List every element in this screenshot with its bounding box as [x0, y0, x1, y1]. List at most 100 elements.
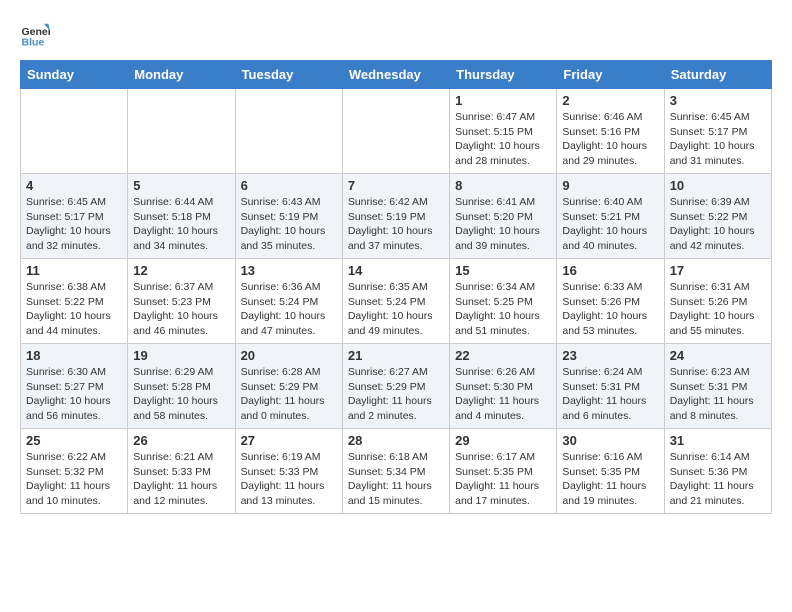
day-cell: [235, 89, 342, 174]
day-info: Sunrise: 6:45 AM Sunset: 5:17 PM Dayligh…: [670, 110, 766, 169]
day-cell: 28 Sunrise: 6:18 AM Sunset: 5:34 PM Dayli…: [342, 429, 449, 514]
day-number: 4: [26, 178, 122, 193]
day-cell: 25 Sunrise: 6:22 AM Sunset: 5:32 PM Dayli…: [21, 429, 128, 514]
day-cell: 14 Sunrise: 6:35 AM Sunset: 5:24 PM Dayli…: [342, 259, 449, 344]
day-cell: 11 Sunrise: 6:38 AM Sunset: 5:22 PM Dayli…: [21, 259, 128, 344]
day-cell: 6 Sunrise: 6:43 AM Sunset: 5:19 PM Daylig…: [235, 174, 342, 259]
day-cell: [128, 89, 235, 174]
day-cell: 27 Sunrise: 6:19 AM Sunset: 5:33 PM Dayli…: [235, 429, 342, 514]
day-number: 29: [455, 433, 551, 448]
day-info: Sunrise: 6:33 AM Sunset: 5:26 PM Dayligh…: [562, 280, 658, 339]
day-cell: [342, 89, 449, 174]
day-info: Sunrise: 6:40 AM Sunset: 5:21 PM Dayligh…: [562, 195, 658, 254]
day-info: Sunrise: 6:17 AM Sunset: 5:35 PM Dayligh…: [455, 450, 551, 509]
day-number: 13: [241, 263, 337, 278]
day-cell: 20 Sunrise: 6:28 AM Sunset: 5:29 PM Dayli…: [235, 344, 342, 429]
day-number: 17: [670, 263, 766, 278]
week-row-4: 18 Sunrise: 6:30 AM Sunset: 5:27 PM Dayli…: [21, 344, 772, 429]
day-number: 9: [562, 178, 658, 193]
day-info: Sunrise: 6:36 AM Sunset: 5:24 PM Dayligh…: [241, 280, 337, 339]
day-info: Sunrise: 6:19 AM Sunset: 5:33 PM Dayligh…: [241, 450, 337, 509]
day-number: 10: [670, 178, 766, 193]
day-info: Sunrise: 6:45 AM Sunset: 5:17 PM Dayligh…: [26, 195, 122, 254]
day-number: 26: [133, 433, 229, 448]
day-number: 27: [241, 433, 337, 448]
header-saturday: Saturday: [664, 61, 771, 89]
day-cell: 21 Sunrise: 6:27 AM Sunset: 5:29 PM Dayli…: [342, 344, 449, 429]
header-thursday: Thursday: [450, 61, 557, 89]
day-cell: 16 Sunrise: 6:33 AM Sunset: 5:26 PM Dayli…: [557, 259, 664, 344]
day-info: Sunrise: 6:38 AM Sunset: 5:22 PM Dayligh…: [26, 280, 122, 339]
day-cell: 24 Sunrise: 6:23 AM Sunset: 5:31 PM Dayli…: [664, 344, 771, 429]
day-cell: 9 Sunrise: 6:40 AM Sunset: 5:21 PM Daylig…: [557, 174, 664, 259]
day-info: Sunrise: 6:22 AM Sunset: 5:32 PM Dayligh…: [26, 450, 122, 509]
logo-icon: General Blue: [20, 20, 50, 50]
svg-text:Blue: Blue: [22, 37, 45, 49]
day-info: Sunrise: 6:44 AM Sunset: 5:18 PM Dayligh…: [133, 195, 229, 254]
day-info: Sunrise: 6:46 AM Sunset: 5:16 PM Dayligh…: [562, 110, 658, 169]
day-info: Sunrise: 6:21 AM Sunset: 5:33 PM Dayligh…: [133, 450, 229, 509]
day-cell: 19Sunrise: 6:29 AM Sunset: 5:28 PM Dayli…: [128, 344, 235, 429]
day-info: Sunrise: 6:23 AM Sunset: 5:31 PM Dayligh…: [670, 365, 766, 424]
day-number: 21: [348, 348, 444, 363]
day-number: 3: [670, 93, 766, 108]
day-number: 14: [348, 263, 444, 278]
day-number: 18: [26, 348, 122, 363]
day-cell: 29 Sunrise: 6:17 AM Sunset: 5:35 PM Dayli…: [450, 429, 557, 514]
day-info: Sunrise: 6:27 AM Sunset: 5:29 PM Dayligh…: [348, 365, 444, 424]
day-cell: [21, 89, 128, 174]
day-cell: 15 Sunrise: 6:34 AM Sunset: 5:25 PM Dayli…: [450, 259, 557, 344]
day-cell: 31 Sunrise: 6:14 AM Sunset: 5:36 PM Dayli…: [664, 429, 771, 514]
logo: General Blue: [20, 20, 54, 50]
day-info: Sunrise: 6:28 AM Sunset: 5:29 PM Dayligh…: [241, 365, 337, 424]
day-info: Sunrise: 6:30 AM Sunset: 5:27 PM Dayligh…: [26, 365, 122, 424]
day-info: Sunrise: 6:35 AM Sunset: 5:24 PM Dayligh…: [348, 280, 444, 339]
day-cell: 23 Sunrise: 6:24 AM Sunset: 5:31 PM Dayli…: [557, 344, 664, 429]
header-sunday: Sunday: [21, 61, 128, 89]
day-info: Sunrise: 6:47 AM Sunset: 5:15 PM Dayligh…: [455, 110, 551, 169]
day-cell: 7 Sunrise: 6:42 AM Sunset: 5:19 PM Daylig…: [342, 174, 449, 259]
day-number: 7: [348, 178, 444, 193]
header-wednesday: Wednesday: [342, 61, 449, 89]
day-info: Sunrise: 6:26 AM Sunset: 5:30 PM Dayligh…: [455, 365, 551, 424]
day-number: 28: [348, 433, 444, 448]
day-info: Sunrise: 6:18 AM Sunset: 5:34 PM Dayligh…: [348, 450, 444, 509]
day-cell: 8 Sunrise: 6:41 AM Sunset: 5:20 PM Daylig…: [450, 174, 557, 259]
day-number: 20: [241, 348, 337, 363]
day-cell: 2 Sunrise: 6:46 AM Sunset: 5:16 PM Daylig…: [557, 89, 664, 174]
header-monday: Monday: [128, 61, 235, 89]
day-number: 24: [670, 348, 766, 363]
page-header: General Blue: [20, 20, 772, 50]
day-info: Sunrise: 6:14 AM Sunset: 5:36 PM Dayligh…: [670, 450, 766, 509]
day-info: Sunrise: 6:43 AM Sunset: 5:19 PM Dayligh…: [241, 195, 337, 254]
day-number: 31: [670, 433, 766, 448]
day-info: Sunrise: 6:34 AM Sunset: 5:25 PM Dayligh…: [455, 280, 551, 339]
day-cell: 10Sunrise: 6:39 AM Sunset: 5:22 PM Dayli…: [664, 174, 771, 259]
day-number: 2: [562, 93, 658, 108]
day-cell: 3 Sunrise: 6:45 AM Sunset: 5:17 PM Daylig…: [664, 89, 771, 174]
day-number: 6: [241, 178, 337, 193]
day-number: 5: [133, 178, 229, 193]
day-number: 11: [26, 263, 122, 278]
day-number: 22: [455, 348, 551, 363]
header-row: SundayMondayTuesdayWednesdayThursdayFrid…: [21, 61, 772, 89]
day-number: 30: [562, 433, 658, 448]
day-info: Sunrise: 6:24 AM Sunset: 5:31 PM Dayligh…: [562, 365, 658, 424]
week-row-2: 4 Sunrise: 6:45 AM Sunset: 5:17 PM Daylig…: [21, 174, 772, 259]
day-number: 16: [562, 263, 658, 278]
day-cell: 12 Sunrise: 6:37 AM Sunset: 5:23 PM Dayli…: [128, 259, 235, 344]
day-cell: 18 Sunrise: 6:30 AM Sunset: 5:27 PM Dayli…: [21, 344, 128, 429]
day-number: 1: [455, 93, 551, 108]
day-info: Sunrise: 6:41 AM Sunset: 5:20 PM Dayligh…: [455, 195, 551, 254]
day-cell: 17Sunrise: 6:31 AM Sunset: 5:26 PM Dayli…: [664, 259, 771, 344]
header-tuesday: Tuesday: [235, 61, 342, 89]
day-number: 15: [455, 263, 551, 278]
day-number: 25: [26, 433, 122, 448]
day-info: Sunrise: 6:37 AM Sunset: 5:23 PM Dayligh…: [133, 280, 229, 339]
day-number: 12: [133, 263, 229, 278]
day-number: 23: [562, 348, 658, 363]
day-cell: 30Sunrise: 6:16 AM Sunset: 5:35 PM Dayli…: [557, 429, 664, 514]
day-info: Sunrise: 6:42 AM Sunset: 5:19 PM Dayligh…: [348, 195, 444, 254]
day-number: 8: [455, 178, 551, 193]
header-friday: Friday: [557, 61, 664, 89]
